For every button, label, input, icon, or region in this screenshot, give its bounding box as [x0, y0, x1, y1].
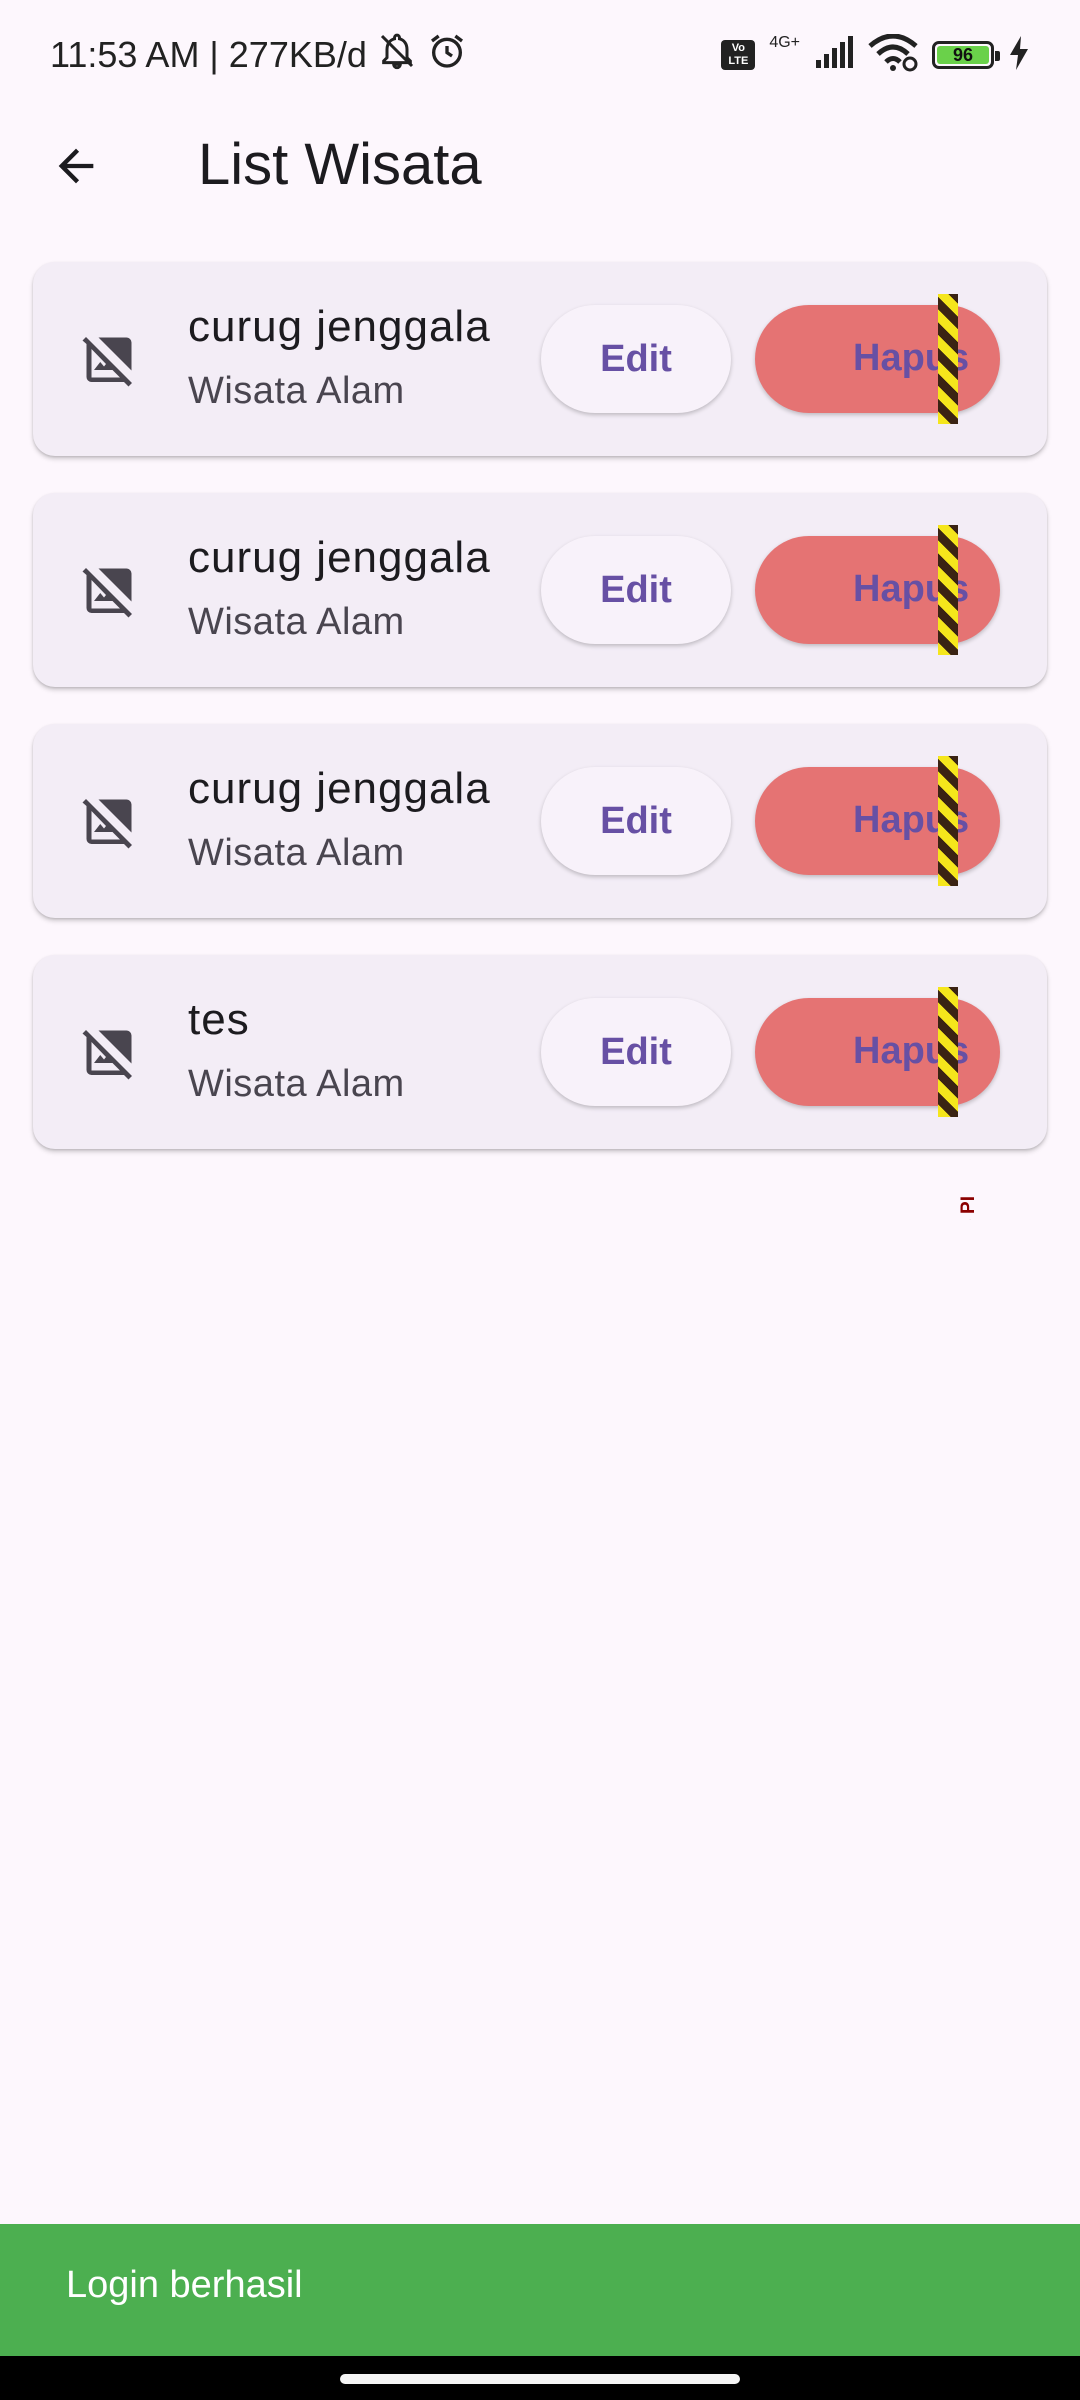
- item-title: curug jenggala: [188, 764, 491, 813]
- bell-off-icon: [377, 31, 417, 80]
- item-category: Wisata Alam: [188, 832, 405, 874]
- alarm-icon: [427, 31, 467, 80]
- overflow-warning-text: RIGHT OVERFLOWED BY 6.3 PIXELSRFLOWED BY…: [957, 1196, 981, 1220]
- page-title: List Wisata: [198, 132, 482, 197]
- list-item[interactable]: tes Wisata Alam Edit Hapus: [33, 955, 1047, 1149]
- overflow-indicator: [938, 987, 958, 1117]
- broken-image-icon: [79, 792, 139, 852]
- item-category: Wisata Alam: [188, 1063, 405, 1105]
- list-item[interactable]: curug jenggala Wisata Alam Edit Hapus: [33, 724, 1047, 918]
- broken-image-icon: [79, 1023, 139, 1083]
- broken-image-icon: [79, 561, 139, 621]
- list-item[interactable]: curug jenggala Wisata Alam Edit Hapus: [33, 262, 1047, 456]
- overflow-indicator: [938, 525, 958, 655]
- screen: 11:53 AM | 277KB/d Vo LTE 4G+ 96 List Wi…: [0, 0, 1080, 2400]
- item-category: Wisata Alam: [188, 370, 405, 412]
- battery-level: 96: [937, 45, 989, 65]
- battery-icon: 96: [932, 41, 1000, 69]
- status-time: 11:53 AM | 277KB/d: [50, 34, 367, 75]
- broken-image-icon: [79, 330, 139, 390]
- status-left: 11:53 AM | 277KB/d: [50, 30, 467, 80]
- edit-button[interactable]: Edit: [541, 305, 731, 413]
- item-category: Wisata Alam: [188, 601, 405, 643]
- arrow-left-icon: [50, 140, 102, 197]
- edit-button[interactable]: Edit: [541, 998, 731, 1106]
- status-right: Vo LTE 4G+ 96: [721, 30, 1030, 80]
- gesture-nav-bar: [0, 2356, 1080, 2400]
- app-bar: List Wisata: [0, 110, 1080, 220]
- network-type: 4G+: [769, 34, 800, 51]
- volte-label: Vo LTE: [728, 42, 749, 67]
- wifi-icon: [868, 33, 918, 77]
- battery-tip: [995, 51, 1000, 61]
- item-title: curug jenggala: [188, 533, 491, 582]
- overflow-warning: RIGHT OVERFLOWED BY 6.3 PIXELSRFLOWED BY…: [957, 240, 983, 1220]
- snackbar-message: Login berhasil: [66, 2264, 303, 2306]
- list-item[interactable]: curug jenggala Wisata Alam Edit Hapus: [33, 493, 1047, 687]
- item-title: curug jenggala: [188, 302, 491, 351]
- overflow-indicator: [938, 294, 958, 424]
- snackbar: Login berhasil: [0, 2224, 1080, 2356]
- status-bar: 11:53 AM | 277KB/d Vo LTE 4G+ 96: [0, 0, 1080, 110]
- charging-icon: [1008, 35, 1030, 75]
- overflow-indicator: [938, 756, 958, 886]
- item-title: tes: [188, 995, 250, 1044]
- home-gesture-handle[interactable]: [340, 2374, 740, 2384]
- back-button[interactable]: [36, 128, 116, 208]
- edit-button[interactable]: Edit: [541, 767, 731, 875]
- wisata-list: curug jenggala Wisata Alam Edit Hapus cu…: [33, 262, 1047, 1186]
- signal-icon: [814, 35, 854, 75]
- edit-button[interactable]: Edit: [541, 536, 731, 644]
- volte-icon: Vo LTE: [721, 40, 756, 70]
